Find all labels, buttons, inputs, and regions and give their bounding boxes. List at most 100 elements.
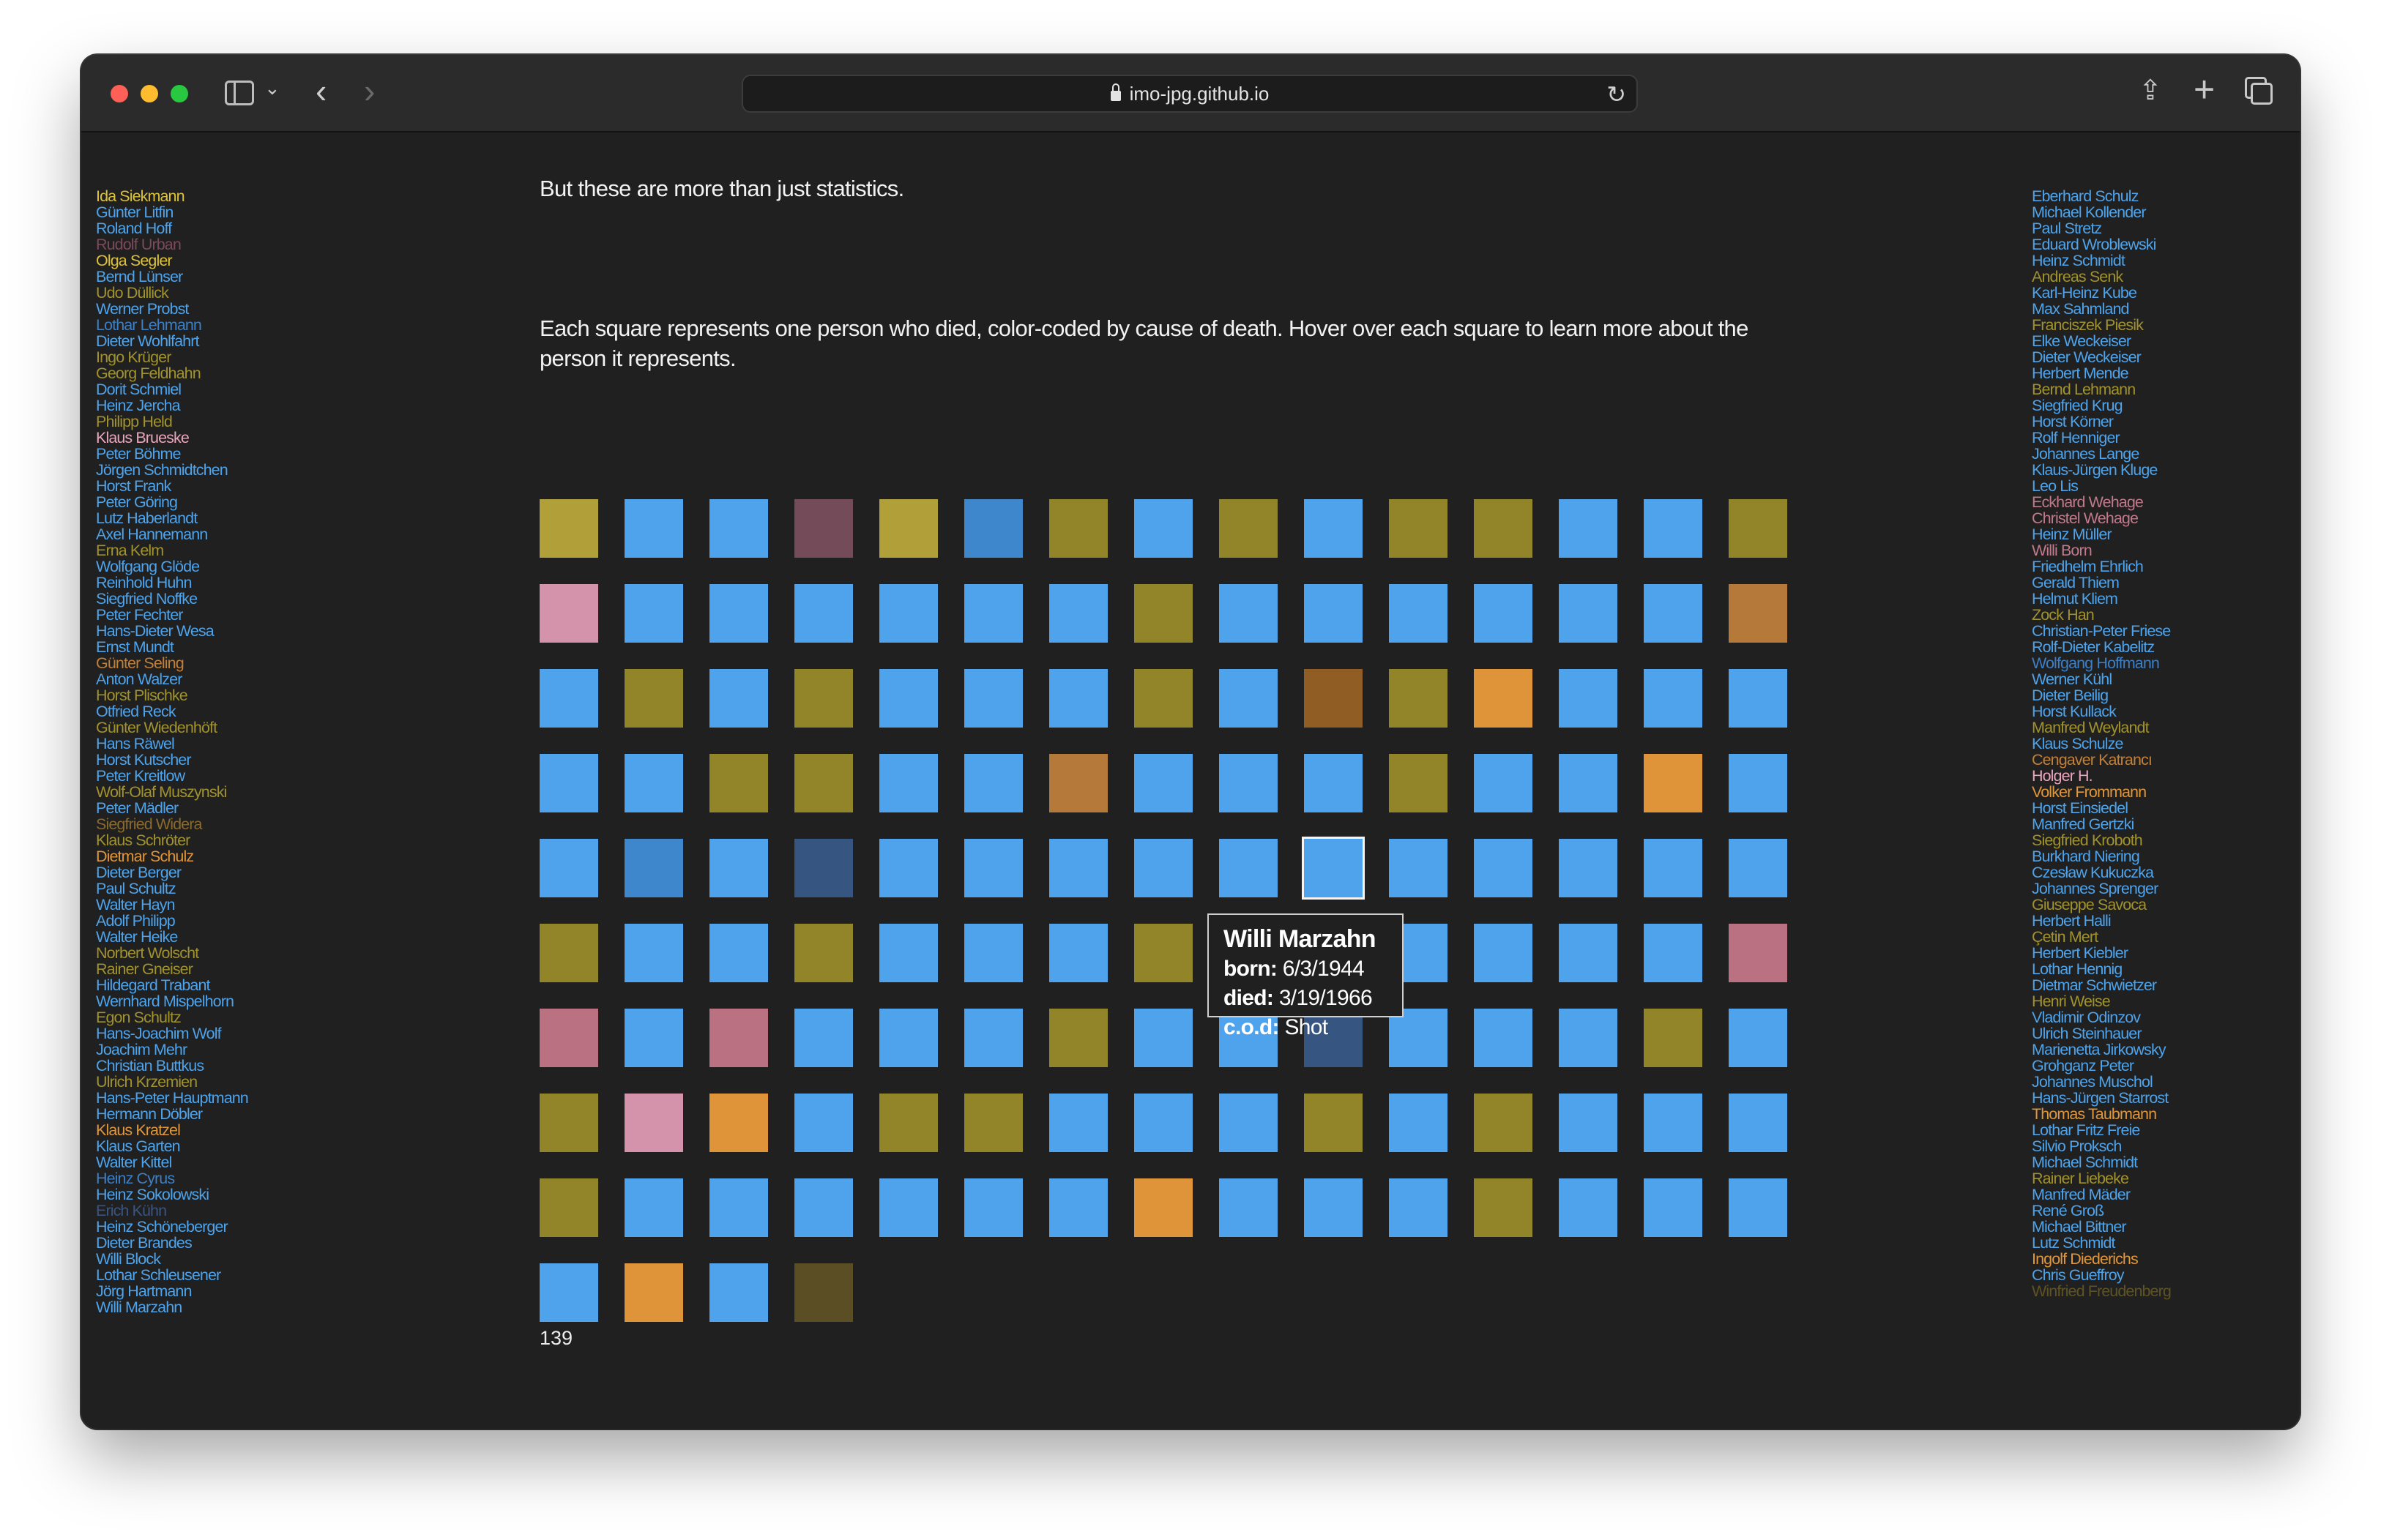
left-name-item[interactable]: Hermann Döbler [96, 1106, 248, 1122]
victim-square[interactable] [540, 754, 598, 812]
victim-square[interactable] [1049, 754, 1108, 812]
victim-square[interactable] [1049, 1178, 1108, 1237]
victim-square[interactable] [1559, 839, 1617, 897]
right-name-item[interactable]: Herbert Kiebler [2032, 945, 2171, 961]
tab-overview-icon[interactable] [2245, 77, 2273, 105]
left-name-item[interactable]: Hans-Peter Hauptmann [96, 1090, 249, 1106]
right-name-item[interactable]: Herbert Halli [2032, 913, 2171, 929]
right-name-item[interactable]: Lothar Hennig [2032, 961, 2171, 977]
left-name-item[interactable]: Anton Walzer [96, 671, 248, 687]
right-name-item[interactable]: Franciszek Piesik [2032, 317, 2171, 333]
left-name-item[interactable]: Philipp Held [96, 414, 248, 430]
right-name-item[interactable]: Lothar Fritz Freie [2032, 1122, 2171, 1138]
right-name-item[interactable]: Horst Kullack [2032, 703, 2171, 719]
right-name-item[interactable]: Henri Weise [2032, 993, 2171, 1009]
left-name-item[interactable]: Olga Segler [96, 253, 248, 269]
right-name-item[interactable]: Paul Stretz [2032, 220, 2171, 236]
right-name-item[interactable]: Ingolf Diederichs [2032, 1251, 2171, 1267]
right-name-item[interactable]: Christian-Peter Friese [2032, 623, 2171, 639]
left-name-item[interactable]: Klaus Garten [96, 1138, 248, 1154]
back-arrow-icon[interactable]: ‹ [316, 71, 327, 111]
right-name-item[interactable]: Chris Gueffroy [2032, 1267, 2171, 1283]
victim-square[interactable] [794, 584, 853, 643]
left-name-item[interactable]: Siegfried Noffke [96, 591, 248, 607]
victim-square[interactable] [1729, 1094, 1787, 1152]
victim-square[interactable] [1644, 669, 1702, 728]
right-name-item[interactable]: Johannes Sprenger [2032, 881, 2171, 897]
victim-square[interactable] [1474, 1178, 1532, 1237]
right-name-item[interactable]: Thomas Taubmann [2032, 1106, 2171, 1122]
right-name-item[interactable]: Michael Schmidt [2032, 1154, 2171, 1170]
victim-square[interactable] [1559, 924, 1617, 982]
victim-square[interactable] [879, 839, 938, 897]
right-name-item[interactable]: Dieter Weckeiser [2032, 349, 2171, 365]
left-name-item[interactable]: Georg Feldhahn [96, 365, 248, 381]
right-name-item[interactable]: Ulrich Steinhauer [2032, 1025, 2171, 1042]
right-name-item[interactable]: Giuseppe Savoca [2032, 897, 2171, 913]
victim-square[interactable] [1559, 499, 1617, 558]
victim-square[interactable] [709, 754, 768, 812]
victim-square[interactable] [1304, 584, 1363, 643]
victim-square[interactable] [625, 1178, 683, 1237]
left-name-item[interactable]: Axel Hannemann [96, 526, 248, 542]
right-name-item[interactable]: Hans-Jürgen Starrost [2032, 1090, 2171, 1106]
right-name-item[interactable]: Willi Born [2032, 542, 2171, 558]
victim-square[interactable] [1389, 1094, 1447, 1152]
victim-square[interactable] [1474, 669, 1532, 728]
victim-square[interactable] [1049, 1094, 1108, 1152]
right-name-item[interactable]: Johannes Muschol [2032, 1074, 2171, 1090]
victim-square[interactable] [625, 839, 683, 897]
left-name-item[interactable]: Hans-Dieter Wesa [96, 623, 248, 639]
victim-square[interactable] [964, 754, 1023, 812]
right-name-item[interactable]: Eduard Wroblewski [2032, 236, 2171, 253]
right-name-item[interactable]: Gerald Thiem [2032, 575, 2171, 591]
victim-square[interactable] [1219, 1094, 1278, 1152]
victim-square[interactable] [794, 839, 853, 897]
left-name-item[interactable]: Klaus Schröter [96, 832, 248, 848]
right-name-item[interactable]: Dieter Beilig [2032, 687, 2171, 703]
left-name-item[interactable]: Heinz Cyrus [96, 1170, 248, 1186]
new-tab-icon[interactable]: + [2194, 68, 2215, 111]
victim-square[interactable] [879, 669, 938, 728]
victim-square[interactable] [709, 499, 768, 558]
right-name-item[interactable]: Bernd Lehmann [2032, 381, 2171, 397]
left-name-item[interactable]: Peter Böhme [96, 446, 248, 462]
share-icon[interactable]: ⇪ [2139, 74, 2162, 107]
left-name-item[interactable]: Erna Kelm [96, 542, 248, 558]
left-name-item[interactable]: Hildegard Trabant [96, 977, 248, 993]
victim-square[interactable] [709, 669, 768, 728]
victim-square[interactable] [964, 584, 1023, 643]
victim-square[interactable] [1134, 584, 1193, 643]
victim-square[interactable] [1644, 1009, 1702, 1067]
victim-square[interactable] [879, 1178, 938, 1237]
left-name-item[interactable]: Walter Hayn [96, 897, 248, 913]
victim-square[interactable] [1049, 839, 1108, 897]
left-name-item[interactable]: Udo Düllick [96, 285, 248, 301]
victim-square[interactable] [1389, 839, 1447, 897]
left-name-item[interactable]: Egon Schultz [96, 1009, 248, 1025]
victim-square[interactable] [1219, 839, 1278, 897]
right-name-item[interactable]: Christel Wehage [2032, 510, 2171, 526]
victim-square[interactable] [1474, 839, 1532, 897]
victim-square[interactable] [1219, 584, 1278, 643]
victim-square[interactable] [794, 499, 853, 558]
right-name-item[interactable]: Elke Weckeiser [2032, 333, 2171, 349]
left-name-item[interactable]: Jörg Hartmann [96, 1283, 248, 1299]
right-name-item[interactable]: Czesław Kukuczka [2032, 864, 2171, 881]
victim-square[interactable] [1304, 1094, 1363, 1152]
victim-square[interactable] [794, 754, 853, 812]
victim-square[interactable] [1474, 584, 1532, 643]
left-name-item[interactable]: Werner Probst [96, 301, 248, 317]
left-name-item[interactable]: Ida Siekmann [96, 188, 248, 204]
left-name-item[interactable]: Horst Plischke [96, 687, 248, 703]
victim-square[interactable] [1219, 669, 1278, 728]
victim-square[interactable] [879, 1009, 938, 1067]
victim-square[interactable] [1049, 669, 1108, 728]
left-name-item[interactable]: Hans-Joachim Wolf [96, 1025, 248, 1042]
victim-square[interactable] [1474, 924, 1532, 982]
victim-square[interactable] [964, 1178, 1023, 1237]
left-name-item[interactable]: Günter Litfin [96, 204, 248, 220]
victim-square[interactable] [540, 1094, 598, 1152]
left-name-item[interactable]: Dieter Berger [96, 864, 248, 881]
victim-square[interactable] [1559, 1178, 1617, 1237]
